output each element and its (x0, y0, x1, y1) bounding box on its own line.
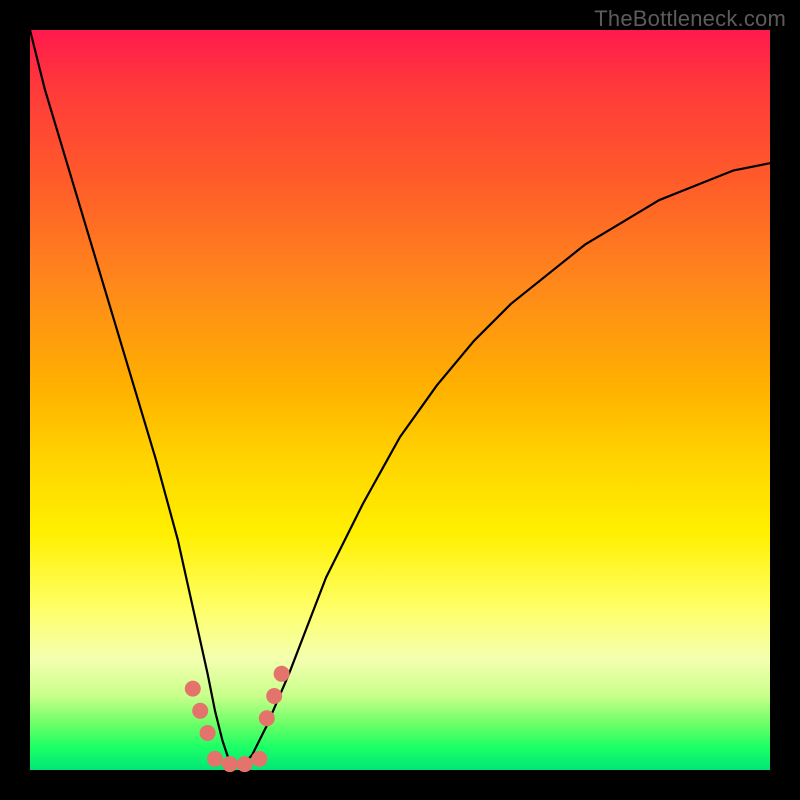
watermark-text: TheBottleneck.com (594, 6, 786, 32)
chart-frame: TheBottleneck.com (0, 0, 800, 800)
marker-floor-3 (237, 756, 253, 772)
markers-group (185, 666, 290, 772)
curve-svg (30, 30, 770, 770)
marker-floor-2 (222, 756, 238, 772)
marker-left-cluster-3 (200, 725, 216, 741)
plot-area (30, 30, 770, 770)
marker-floor-1 (207, 751, 223, 767)
marker-right-cluster-3 (274, 666, 290, 682)
marker-right-cluster-1 (259, 710, 275, 726)
marker-floor-4 (251, 751, 267, 767)
marker-right-cluster-2 (266, 688, 282, 704)
marker-left-cluster-2 (192, 703, 208, 719)
marker-left-cluster-1 (185, 681, 201, 697)
bottleneck-curve (30, 30, 770, 763)
